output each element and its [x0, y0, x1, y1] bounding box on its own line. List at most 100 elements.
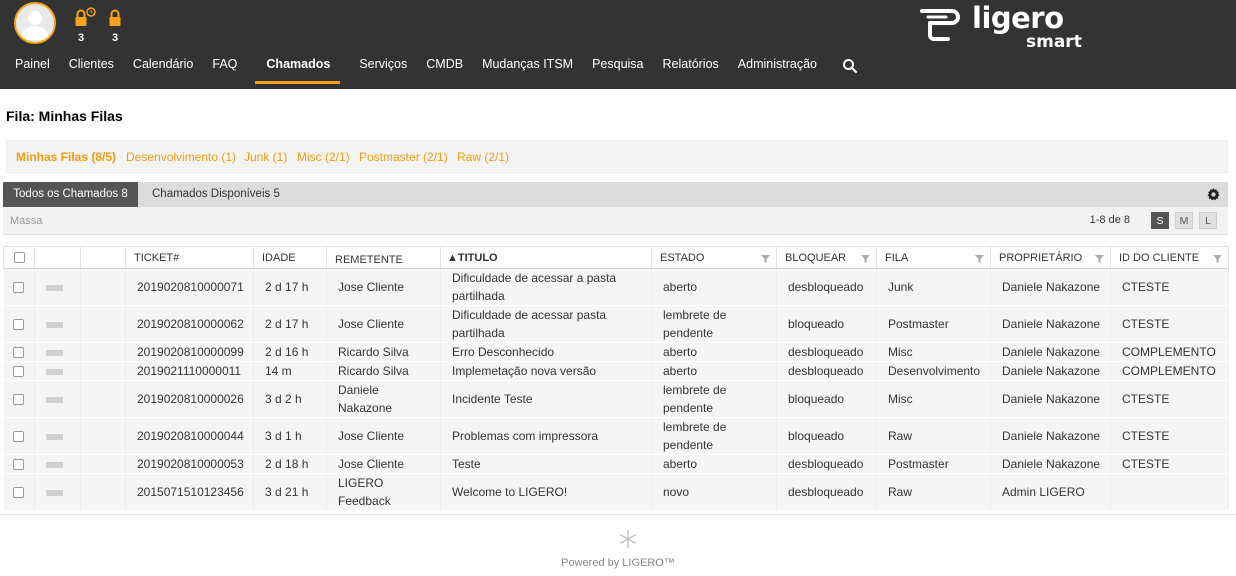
priority-indicator	[46, 433, 63, 440]
nav-chamados[interactable]: Chamados	[255, 52, 341, 84]
queue-minhas-filas[interactable]: Minhas Filas (8/5)	[16, 150, 116, 164]
row-checkbox[interactable]	[13, 366, 25, 378]
column-owner[interactable]: PROPRIETÁRIO	[990, 246, 1111, 269]
column-title[interactable]: ▲TITULO	[440, 246, 652, 269]
ticket-title[interactable]: Teste	[440, 454, 652, 474]
queue-raw[interactable]: Raw (2/1)	[457, 150, 509, 164]
ticket-title[interactable]: Implemetação nova versão	[440, 361, 652, 381]
ticket-title[interactable]: Welcome to LIGERO!	[440, 473, 652, 511]
ticket-title[interactable]: Dificuldade de acessar a pasta partilhad…	[440, 268, 652, 306]
column-state[interactable]: ESTADO	[651, 246, 777, 269]
ticket-title[interactable]: Dificuldade de acessar pasta partilhada	[440, 305, 652, 343]
ticket-customer-id: CTESTE	[1110, 305, 1229, 343]
ticket-lock: bloqueado	[776, 380, 877, 418]
row-select-cell	[3, 342, 35, 362]
nav-administracao[interactable]: Administração	[738, 52, 817, 83]
ticket-number[interactable]: 2019020810000062	[125, 305, 254, 343]
filter-icon[interactable]	[861, 255, 870, 263]
queue-junk[interactable]: Junk (1)	[244, 150, 287, 164]
column-queue[interactable]: FILA	[876, 246, 991, 269]
nav-clientes[interactable]: Clientes	[69, 52, 114, 83]
column-sender[interactable]: REMETENTE	[326, 246, 441, 269]
queue-list: Minhas Filas (8/5) Desenvolvimento (1) J…	[6, 140, 1228, 173]
filter-icon[interactable]	[1213, 255, 1222, 263]
select-all-checkbox[interactable]	[13, 252, 25, 264]
locked-tickets-reminder[interactable]: 3	[74, 7, 96, 44]
view-size-medium-button[interactable]: M	[1175, 212, 1193, 229]
nav-painel[interactable]: Painel	[15, 52, 50, 83]
row-checkbox[interactable]	[13, 394, 25, 406]
column-customer-id[interactable]: ID DO CLIENTE	[1110, 246, 1229, 269]
table-row[interactable]: 2019020810000026 3 d 2 h Daniele Nakazon…	[3, 380, 1229, 418]
ligero-logo[interactable]: ligero smart	[918, 1, 1083, 59]
flag-cell	[80, 454, 126, 474]
filter-icon[interactable]	[761, 255, 770, 263]
ticket-title[interactable]: Incidente Teste	[440, 380, 652, 418]
row-checkbox[interactable]	[13, 459, 25, 471]
ticket-number[interactable]: 2019020810000053	[125, 454, 254, 474]
tab-available-tickets[interactable]: Chamados Disponíveis 5	[152, 182, 280, 207]
ticket-sender: Ricardo Silva	[326, 361, 441, 381]
tab-all-tickets[interactable]: Todos os Chamados 8	[3, 182, 138, 207]
queue-desenvolvimento[interactable]: Desenvolvimento (1)	[126, 150, 236, 164]
queue-misc[interactable]: Misc (2/1)	[297, 150, 350, 164]
nav-mudancas-itsm[interactable]: Mudanças ITSM	[482, 52, 573, 83]
nav-faq[interactable]: FAQ	[212, 52, 237, 83]
view-size-large-button[interactable]: L	[1199, 212, 1217, 229]
nav-pesquisa[interactable]: Pesquisa	[592, 52, 643, 83]
locked-tickets[interactable]: 3	[108, 7, 128, 44]
nav-cmdb[interactable]: CMDB	[426, 52, 463, 83]
row-checkbox[interactable]	[13, 347, 25, 359]
logo-sub: smart	[1026, 32, 1082, 52]
ticket-number[interactable]: 2019020810000099	[125, 342, 254, 362]
column-age[interactable]: IDADE	[253, 246, 327, 269]
bulk-action-label[interactable]: Massa	[10, 215, 42, 227]
view-size-small-button[interactable]: S	[1151, 212, 1169, 229]
ticket-state: lembrete de pendente	[651, 417, 777, 455]
row-select-cell	[3, 305, 35, 343]
gear-icon[interactable]	[1207, 188, 1220, 201]
flag-cell	[80, 417, 126, 455]
row-checkbox[interactable]	[13, 319, 25, 331]
locked-reminder-count: 3	[77, 32, 85, 44]
row-checkbox[interactable]	[13, 282, 25, 294]
column-ticket[interactable]: TICKET#	[125, 246, 254, 269]
table-row[interactable]: 2019020810000044 3 d 1 h Jose Cliente Pr…	[3, 417, 1229, 455]
nav-calendario[interactable]: Calendário	[133, 52, 193, 83]
ticket-sender: Jose Cliente	[326, 417, 441, 455]
table-row[interactable]: 2019020810000071 2 d 17 h Jose Cliente D…	[3, 268, 1229, 306]
main-nav: Painel Clientes Calendário FAQ Chamados …	[0, 52, 858, 89]
table-row[interactable]: 2015071510123456 3 d 21 h LIGERO Feedbac…	[3, 473, 1229, 511]
filter-icon[interactable]	[975, 255, 984, 263]
queue-postmaster[interactable]: Postmaster (2/1)	[359, 150, 448, 164]
table-row[interactable]: 2019020810000099 2 d 16 h Ricardo Silva …	[3, 342, 1229, 362]
ticket-title[interactable]: Erro Desconhecido	[440, 342, 652, 362]
row-checkbox[interactable]	[13, 431, 25, 443]
row-select-cell	[3, 361, 35, 381]
ticket-sender: Jose Cliente	[326, 305, 441, 343]
row-checkbox[interactable]	[13, 487, 25, 499]
flag-cell	[80, 473, 126, 511]
ticket-lock: desbloqueado	[776, 361, 877, 381]
filter-icon[interactable]	[1095, 255, 1104, 263]
table-row[interactable]: 2019020810000062 2 d 17 h Jose Cliente D…	[3, 305, 1229, 343]
column-sender-label: REMETENTE	[335, 253, 403, 266]
nav-relatorios[interactable]: Relatórios	[663, 52, 719, 83]
ticket-number[interactable]: 2019021110000011	[125, 361, 254, 381]
ticket-number[interactable]: 2015071510123456	[125, 473, 254, 511]
ticket-number[interactable]: 2019020810000071	[125, 268, 254, 306]
ticket-title[interactable]: Problemas com impressora	[440, 417, 652, 455]
ticket-queue: Postmaster	[876, 305, 991, 343]
search-icon[interactable]	[842, 58, 858, 74]
nav-servicos[interactable]: Serviços	[359, 52, 407, 83]
column-lock[interactable]: BLOQUEAR	[776, 246, 877, 269]
flag-cell	[80, 268, 126, 306]
table-row[interactable]: 2019021110000011 14 m Ricardo Silva Impl…	[3, 361, 1229, 381]
table-row[interactable]: 2019020810000053 2 d 18 h Jose Cliente T…	[3, 454, 1229, 474]
ticket-number[interactable]: 2019020810000026	[125, 380, 254, 418]
ticket-lock: bloqueado	[776, 305, 877, 343]
ticket-queue: Raw	[876, 417, 991, 455]
ticket-owner: Daniele Nakazone	[990, 454, 1111, 474]
avatar[interactable]	[14, 2, 56, 44]
ticket-number[interactable]: 2019020810000044	[125, 417, 254, 455]
